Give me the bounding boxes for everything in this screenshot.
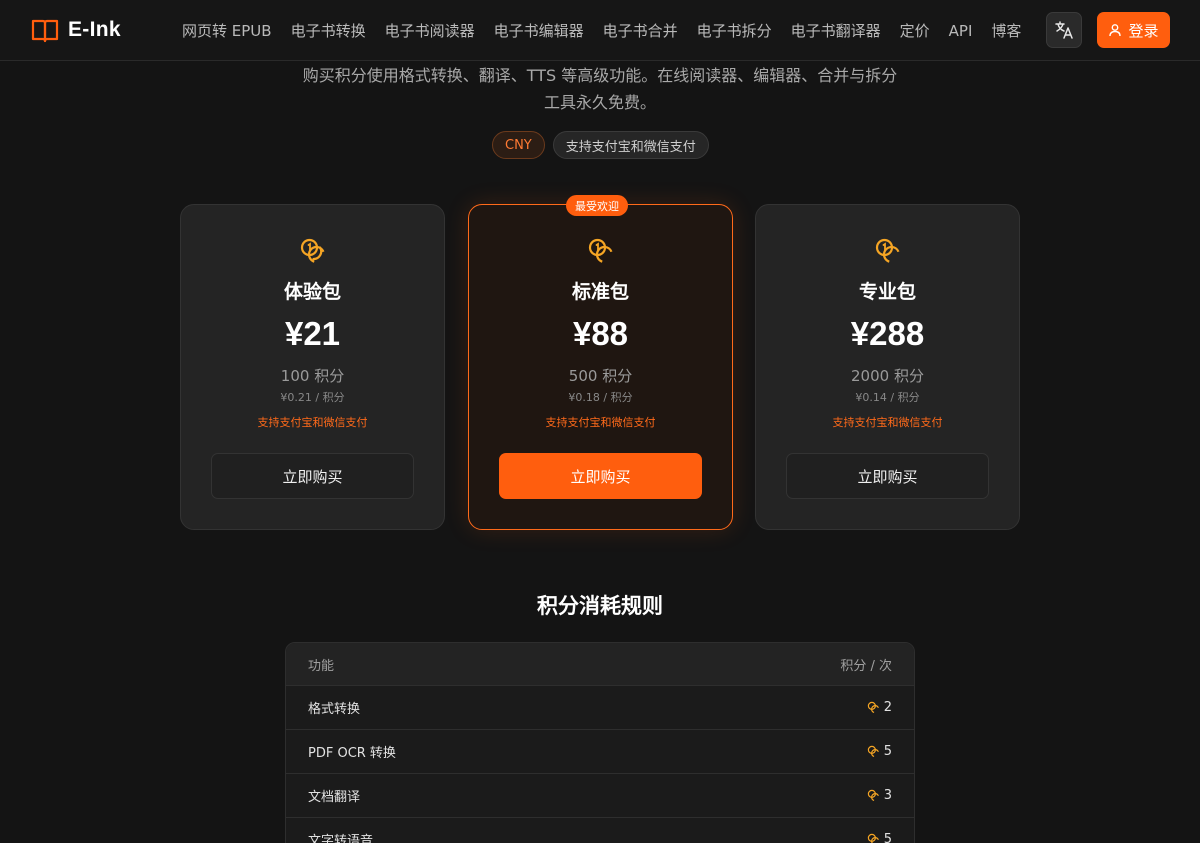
feature-cost: 5	[867, 832, 892, 843]
plan-price: ¥21	[284, 315, 341, 352]
plan-credits: 2000 积分	[851, 367, 924, 385]
coins-icon	[867, 833, 879, 843]
plan-unit-price: ¥0.21 / 积分	[280, 391, 345, 404]
nav-item-ebook-translator[interactable]: 电子书翻译器	[791, 20, 881, 41]
feature-name: PDF OCR 转换	[308, 746, 396, 761]
plan-card-pro: 专业包 ¥288 2000 积分 ¥0.14 / 积分 支持支付宝和微信支付 立…	[755, 204, 1020, 530]
plan-unit-price: ¥0.18 / 积分	[568, 391, 633, 404]
nav-item-ebook-split[interactable]: 电子书拆分	[697, 20, 772, 41]
plan-price: ¥288	[850, 315, 925, 352]
coins-icon	[867, 701, 879, 714]
nav-item-web-to-epub[interactable]: 网页转 EPUB	[182, 20, 272, 41]
subtitle-line-2: 工具永久免费。	[543, 93, 656, 112]
brand-name: E-Ink	[68, 18, 121, 41]
cost-value: 5	[883, 744, 892, 759]
main-nav: 网页转 EPUB 电子书转换 电子书阅读器 电子书编辑器 电子书合并 电子书拆分…	[182, 0, 1040, 61]
login-button[interactable]: 登录	[1097, 12, 1170, 48]
buy-button-pro[interactable]: 立即购买	[786, 453, 989, 499]
table-row: 格式转换 2	[286, 686, 914, 730]
user-icon	[1109, 24, 1122, 37]
plan-payment-note: 支持支付宝和微信支付	[257, 416, 368, 429]
coins-icon	[300, 238, 326, 264]
currency-chip[interactable]: CNY	[492, 131, 545, 159]
plan-name: 标准包	[571, 281, 629, 303]
buy-button-trial[interactable]: 立即购买	[211, 453, 414, 499]
feature-name: 文字转语音	[308, 834, 374, 843]
buy-button-standard[interactable]: 立即购买	[499, 453, 702, 499]
plan-unit-price: ¥0.14 / 积分	[855, 391, 920, 404]
feature-cost: 5	[867, 744, 892, 759]
plan-payment-note: 支持支付宝和微信支付	[832, 416, 943, 429]
brand-logo[interactable]: E-Ink	[30, 15, 121, 45]
plan-name: 体验包	[283, 281, 341, 303]
nav-item-blog[interactable]: 博客	[991, 20, 1021, 41]
payment-chips: CNY 支持支付宝和微信支付	[492, 131, 717, 159]
popular-badge: 最受欢迎	[566, 195, 628, 216]
nav-item-ebook-converter[interactable]: 电子书转换	[291, 20, 366, 41]
credit-rules-table: 功能 积分 / 次 格式转换 2 PDF OCR 转换 5 文档翻译 3 文字转…	[285, 642, 915, 843]
top-navbar: E-Ink 网页转 EPUB 电子书转换 电子书阅读器 电子书编辑器 电子书合并…	[0, 0, 1200, 61]
plan-credits: 100 积分	[280, 367, 345, 385]
cost-value: 2	[883, 700, 892, 715]
nav-item-pricing[interactable]: 定价	[900, 20, 930, 41]
nav-item-ebook-merge[interactable]: 电子书合并	[603, 20, 678, 41]
table-row: 文字转语音 5	[286, 818, 914, 843]
cost-value: 5	[883, 832, 892, 843]
subtitle-line-1: 购买积分使用格式转换、翻译、TTS 等高级功能。在线阅读器、编辑器、合并与拆分	[302, 66, 898, 85]
feature-name: 文档翻译	[308, 790, 361, 805]
open-book-icon	[31, 19, 59, 43]
column-header-feature: 功能	[308, 658, 335, 674]
pricing-page: E-Ink 网页转 EPUB 电子书转换 电子书阅读器 电子书编辑器 电子书合并…	[0, 0, 1200, 843]
plan-credits: 500 积分	[568, 367, 633, 385]
nav-item-api[interactable]: API	[949, 22, 973, 40]
plan-card-trial: 体验包 ¥21 100 积分 ¥0.21 / 积分 支持支付宝和微信支付 立即购…	[180, 204, 445, 530]
coins-icon	[867, 745, 879, 758]
credit-rules-title: 积分消耗规则	[537, 594, 663, 618]
nav-item-ebook-editor[interactable]: 电子书编辑器	[494, 20, 584, 41]
pricing-subtitle: 购买积分使用格式转换、翻译、TTS 等高级功能。在线阅读器、编辑器、合并与拆分 …	[280, 62, 920, 116]
feature-cost: 2	[867, 700, 892, 715]
translate-icon	[1055, 21, 1073, 39]
nav-item-ebook-reader[interactable]: 电子书阅读器	[385, 20, 475, 41]
coins-icon	[867, 789, 879, 802]
feature-cost: 3	[867, 788, 892, 803]
plan-card-standard: 最受欢迎 标准包 ¥88 500 积分 ¥0.18 / 积分 支持支付宝和微信支…	[468, 195, 733, 530]
payment-methods-chip: 支持支付宝和微信支付	[552, 131, 709, 159]
language-button[interactable]	[1046, 12, 1082, 48]
table-row: PDF OCR 转换 5	[286, 730, 914, 774]
column-header-cost: 积分 / 次	[840, 658, 892, 674]
table-header: 功能 积分 / 次	[286, 643, 914, 686]
coins-icon	[875, 238, 901, 264]
login-label: 登录	[1128, 21, 1159, 40]
plan-payment-note: 支持支付宝和微信支付	[545, 416, 656, 429]
table-row: 文档翻译 3	[286, 774, 914, 818]
coins-icon	[588, 238, 614, 264]
plan-price: ¥88	[572, 315, 629, 352]
cost-value: 3	[883, 788, 892, 803]
feature-name: 格式转换	[308, 702, 361, 717]
plan-name: 专业包	[858, 281, 916, 303]
